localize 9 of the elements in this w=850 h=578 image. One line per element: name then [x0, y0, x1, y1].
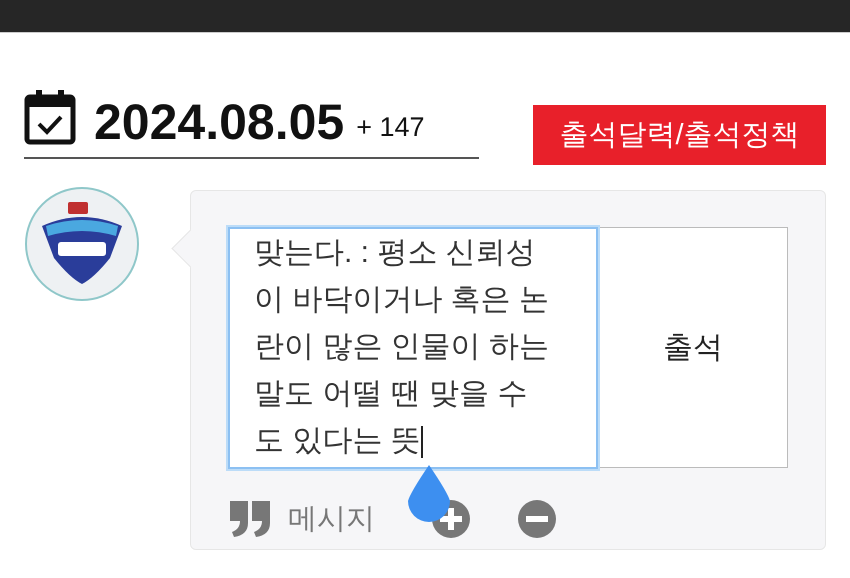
quote-icon [228, 499, 272, 539]
date-title: 2024.08.05 [94, 97, 344, 147]
calendar-icon [24, 89, 76, 145]
calendar-policy-button[interactable]: 출석달력/출석정책 [533, 105, 826, 165]
attendance-count: + 147 [356, 112, 425, 144]
message-field[interactable]: 맞는다. : 평소 신뢰성 이 바닥이거나 혹은 논 란이 많은 인물이 하는 말도 어떨 땐 맞을 수 도 있다는 뜻 [228, 227, 598, 469]
minus-icon[interactable] [517, 499, 557, 539]
attend-button[interactable]: 출석 [598, 227, 788, 468]
message-label: 메시지 [288, 502, 375, 537]
